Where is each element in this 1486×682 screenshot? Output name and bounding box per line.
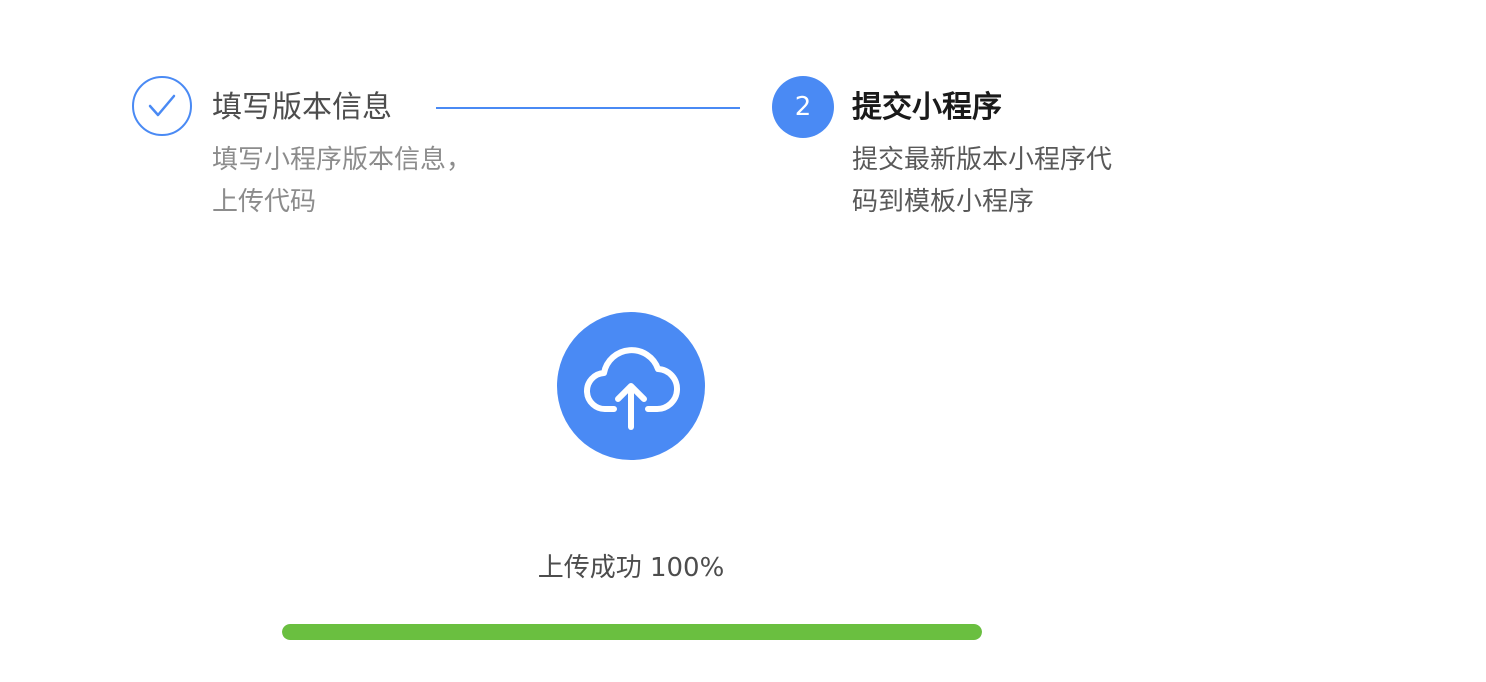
upload-page: 填写版本信息 填写小程序版本信息， 上传代码 2 提交小程序 提交最新版本小程序… xyxy=(0,0,1486,682)
upload-progress-bar xyxy=(282,624,982,640)
step-2-description-line1: 提交最新版本小程序代 xyxy=(852,145,1113,175)
step-1-description-line1: 填写小程序版本信息， xyxy=(212,145,473,175)
step-2-title: 提交小程序 xyxy=(852,90,1002,125)
upload-status-text: 上传成功 100% xyxy=(537,553,725,583)
step-connector-line xyxy=(436,107,740,109)
check-icon xyxy=(148,94,176,117)
upload-progress-fill xyxy=(282,624,982,640)
step-2-description-line2: 码到模板小程序 xyxy=(852,187,1035,217)
cloud-upload-glyph xyxy=(583,347,681,430)
step-1-description: 填写小程序版本信息， 上传代码 xyxy=(212,139,512,223)
step-1-check-icon xyxy=(132,76,192,136)
cloud-upload-icon xyxy=(557,312,705,460)
step-2-number-badge: 2 xyxy=(772,76,834,138)
step-1-description-line2: 上传代码 xyxy=(212,187,317,217)
step-1-title: 填写版本信息 xyxy=(212,90,392,125)
step-2-description: 提交最新版本小程序代 码到模板小程序 xyxy=(852,139,1152,223)
